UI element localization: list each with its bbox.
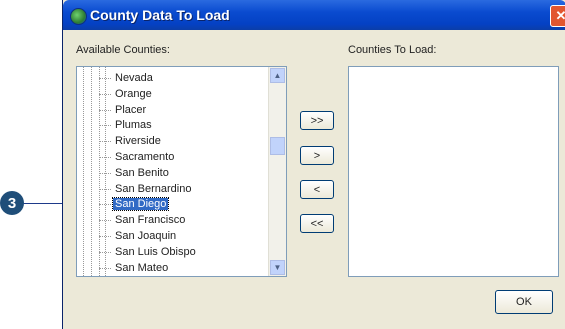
scroll-up-arrow-icon[interactable]: ▲ xyxy=(270,68,285,83)
tree-connector xyxy=(99,172,111,174)
list-item[interactable]: Plumas xyxy=(99,117,154,133)
list-item[interactable]: Placer xyxy=(99,102,148,118)
tree-connector xyxy=(99,220,111,222)
tree-connector xyxy=(99,125,111,127)
county-name: Placer xyxy=(115,103,147,116)
ok-button[interactable]: OK xyxy=(495,290,553,314)
list-item[interactable]: San Joaquin xyxy=(99,228,178,244)
remove-all-button[interactable]: << xyxy=(300,214,334,233)
add-button[interactable]: > xyxy=(300,146,334,165)
available-counties-list[interactable]: Nevada Orange Placer Plumas Riverside Sacrame… xyxy=(76,66,287,277)
callout-number: 3 xyxy=(0,191,24,215)
counties-to-load-label: Counties To Load: xyxy=(348,44,437,56)
scroll-thumb[interactable] xyxy=(270,137,285,155)
county-name: San Diego xyxy=(111,197,170,212)
county-name: San Mateo xyxy=(115,261,169,274)
tree-connector xyxy=(99,78,111,79)
vertical-scrollbar[interactable]: ▲ ▼ xyxy=(268,67,286,276)
county-name: Sacramento xyxy=(115,151,175,163)
tree-connector xyxy=(99,236,111,237)
counties-to-load-list[interactable] xyxy=(348,66,559,277)
county-name: San Luis Obispo xyxy=(115,245,196,258)
close-button[interactable]: ✕ xyxy=(550,5,565,27)
scroll-down-arrow-icon[interactable]: ▼ xyxy=(270,260,285,275)
tree-guide xyxy=(105,67,106,276)
list-item[interactable]: San Bernardino xyxy=(99,181,193,197)
county-name: San Bernardino xyxy=(115,182,192,195)
county-name: San Benito xyxy=(115,166,169,179)
tree-connector xyxy=(99,141,111,143)
tree-connector xyxy=(99,188,111,190)
tree-guide xyxy=(91,67,92,276)
list-item[interactable]: San Mateo xyxy=(99,260,170,276)
county-name: Riverside xyxy=(115,135,161,148)
list-item[interactable]: San Benito xyxy=(99,165,171,181)
add-all-button[interactable]: >> xyxy=(300,111,334,130)
list-item[interactable]: Nevada xyxy=(99,70,155,86)
county-name: Nevada xyxy=(115,72,153,84)
list-item[interactable]: Riverside xyxy=(99,133,163,149)
county-name: San Francisco xyxy=(115,214,186,227)
list-item[interactable]: San Diego xyxy=(99,196,170,212)
list-item[interactable]: San Luis Obispo xyxy=(99,244,198,260)
county-name: San Joaquin xyxy=(115,230,177,242)
tree-connector xyxy=(99,251,111,253)
list-item[interactable]: Sacramento xyxy=(99,149,176,165)
county-name: Plumas xyxy=(115,119,152,132)
tree-connector xyxy=(99,267,111,269)
title-bar[interactable]: County Data To Load ✕ xyxy=(63,0,565,30)
globe-icon xyxy=(70,8,87,25)
window-title: County Data To Load xyxy=(90,7,230,23)
list-item[interactable]: San Francisco xyxy=(99,212,187,228)
tree-connector xyxy=(99,109,111,111)
tree-connector xyxy=(99,93,111,95)
tree-guide xyxy=(99,67,100,276)
tree-guide xyxy=(83,67,84,276)
remove-button[interactable]: < xyxy=(300,180,334,199)
county-name: Orange xyxy=(115,87,152,100)
available-counties-label: Available Counties: xyxy=(76,44,170,56)
county-dialog: County Data To Load ✕ Available Counties… xyxy=(62,0,565,329)
tree-connector xyxy=(99,204,111,206)
list-item[interactable]: Orange xyxy=(99,86,154,102)
tree-connector xyxy=(99,157,111,158)
